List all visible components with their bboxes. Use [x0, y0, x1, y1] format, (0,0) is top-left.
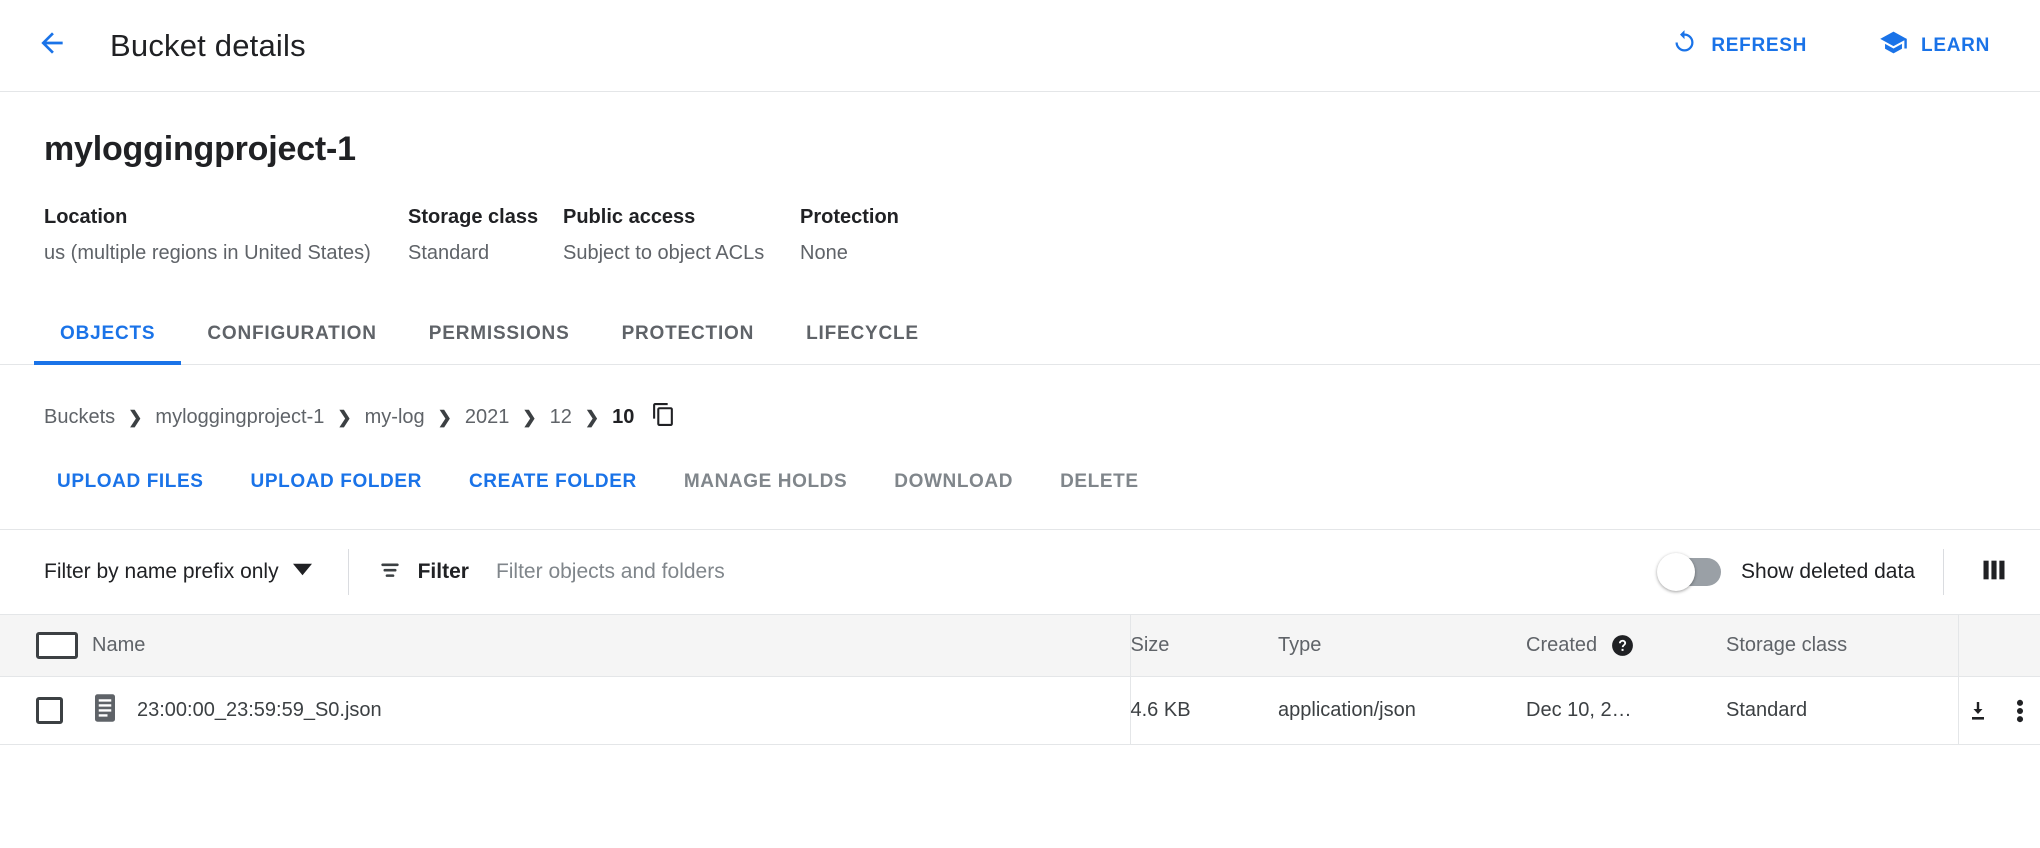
table-row[interactable]: 23:00:00_23:59:59_S0.json 4.6 KB applica… — [0, 677, 2040, 745]
meta-protection-label: Protection — [800, 206, 1000, 229]
object-action-bar: UPLOAD FILES UPLOAD FOLDER CREATE FOLDER… — [0, 436, 2040, 530]
help-icon[interactable] — [1610, 633, 1635, 658]
meta-storage-class-label: Storage class — [408, 206, 563, 229]
meta-storage-class-value: Standard — [408, 242, 563, 265]
breadcrumb-item-12[interactable]: 12 — [550, 406, 572, 429]
arrow-back-icon — [36, 27, 68, 64]
tab-configuration[interactable]: CONFIGURATION — [181, 307, 402, 364]
filter-list-icon[interactable] — [377, 557, 403, 588]
create-folder-button[interactable]: CREATE FOLDER — [456, 462, 650, 502]
app-header: Bucket details REFRESH LEARN — [0, 0, 2040, 92]
filter-label: Filter — [418, 560, 469, 584]
copy-icon — [651, 402, 676, 433]
meta-public-access: Public access Subject to object ACLs — [563, 206, 800, 265]
objects-table: Name Size Type Created Storage class — [0, 614, 2040, 745]
page-title: Bucket details — [110, 28, 306, 64]
divider — [1943, 549, 1944, 595]
toggle-track — [1659, 558, 1721, 586]
header-type[interactable]: Type — [1278, 615, 1526, 677]
delete-button: DELETE — [1047, 462, 1152, 502]
meta-protection-value: None — [800, 242, 1000, 265]
chevron-down-icon — [293, 560, 312, 585]
header-storage-class[interactable]: Storage class — [1726, 615, 1958, 677]
prefix-mode-label: Filter by name prefix only — [44, 560, 279, 584]
chevron-right-icon: ❯ — [522, 408, 536, 428]
header-created[interactable]: Created — [1526, 615, 1726, 677]
prefix-mode-dropdown[interactable]: Filter by name prefix only — [44, 552, 320, 593]
more-vert-icon[interactable] — [2007, 696, 2033, 726]
learn-label: LEARN — [1921, 35, 1990, 57]
meta-public-access-value: Subject to object ACLs — [563, 242, 800, 265]
chevron-right-icon: ❯ — [438, 408, 452, 428]
select-all-checkbox[interactable] — [36, 632, 78, 659]
breadcrumb: Buckets ❯ myloggingproject-1 ❯ my-log ❯ … — [0, 365, 2040, 436]
chevron-right-icon: ❯ — [337, 408, 351, 428]
show-deleted-data-label: Show deleted data — [1741, 560, 1915, 584]
bucket-summary: myloggingproject-1 Location us (multiple… — [0, 92, 2040, 265]
refresh-label: REFRESH — [1711, 35, 1807, 57]
column-settings-button[interactable] — [1972, 550, 2016, 594]
tab-protection[interactable]: PROTECTION — [596, 307, 781, 364]
upload-folder-button[interactable]: UPLOAD FOLDER — [238, 462, 435, 502]
breadcrumb-item-2021[interactable]: 2021 — [465, 406, 510, 429]
row-storage-class: Standard — [1726, 677, 1958, 745]
show-deleted-data-toggle[interactable]: Show deleted data — [1659, 558, 1915, 586]
download-button: DOWNLOAD — [881, 462, 1026, 502]
header-size[interactable]: Size — [1130, 615, 1278, 677]
row-type: application/json — [1278, 677, 1526, 745]
select-all-header — [0, 615, 92, 677]
breadcrumb-item-10: 10 — [612, 406, 634, 429]
header-created-label: Created — [1526, 634, 1597, 657]
meta-location-label: Location — [44, 206, 408, 229]
meta-public-access-label: Public access — [563, 206, 800, 229]
tab-permissions[interactable]: PERMISSIONS — [403, 307, 596, 364]
copy-path-button[interactable] — [648, 399, 679, 436]
json-file-icon — [92, 693, 118, 729]
tab-bar: OBJECTS CONFIGURATION PERMISSIONS PROTEC… — [0, 307, 2040, 365]
meta-location-value: us (multiple regions in United States) — [44, 242, 408, 265]
download-icon[interactable] — [1965, 696, 1991, 726]
graduation-cap-icon — [1879, 28, 1908, 63]
header-name[interactable]: Name — [92, 615, 1130, 677]
tab-objects[interactable]: OBJECTS — [34, 307, 181, 364]
row-checkbox[interactable] — [36, 697, 63, 724]
table-header-row: Name Size Type Created Storage class — [0, 615, 2040, 677]
manage-holds-button: MANAGE HOLDS — [671, 462, 860, 502]
meta-protection: Protection None — [800, 206, 1000, 265]
meta-storage-class: Storage class Standard — [408, 206, 563, 265]
bucket-metadata: Location us (multiple regions in United … — [44, 206, 1996, 265]
toggle-knob — [1657, 553, 1695, 591]
header-row-actions — [1958, 615, 2040, 677]
breadcrumb-item-my-log[interactable]: my-log — [365, 406, 425, 429]
divider — [348, 549, 349, 595]
upload-files-button[interactable]: UPLOAD FILES — [44, 462, 217, 502]
filter-bar: Filter by name prefix only Filter Show d… — [0, 530, 2040, 614]
refresh-icon — [1671, 29, 1698, 62]
column-settings-icon — [1980, 556, 2008, 589]
refresh-button[interactable]: REFRESH — [1655, 18, 1823, 73]
filter-field-group: Filter — [377, 554, 1643, 590]
row-name-cell: 23:00:00_23:59:59_S0.json — [92, 677, 1130, 745]
tab-lifecycle[interactable]: LIFECYCLE — [780, 307, 945, 364]
bucket-name: myloggingproject-1 — [44, 130, 1996, 169]
meta-location: Location us (multiple regions in United … — [44, 206, 408, 265]
chevron-right-icon: ❯ — [585, 408, 599, 428]
back-button[interactable] — [26, 20, 78, 72]
chevron-right-icon: ❯ — [128, 408, 142, 428]
row-select-cell — [0, 677, 92, 745]
object-name-link[interactable]: 23:00:00_23:59:59_S0.json — [137, 699, 382, 722]
breadcrumb-item-bucket[interactable]: myloggingproject-1 — [155, 406, 324, 429]
breadcrumb-item-buckets[interactable]: Buckets — [44, 406, 115, 429]
row-created: Dec 10, 2… — [1526, 677, 1726, 745]
learn-button[interactable]: LEARN — [1863, 17, 2006, 74]
filter-input[interactable] — [484, 554, 1643, 590]
row-actions-cell — [1958, 677, 2040, 745]
row-size: 4.6 KB — [1130, 677, 1278, 745]
